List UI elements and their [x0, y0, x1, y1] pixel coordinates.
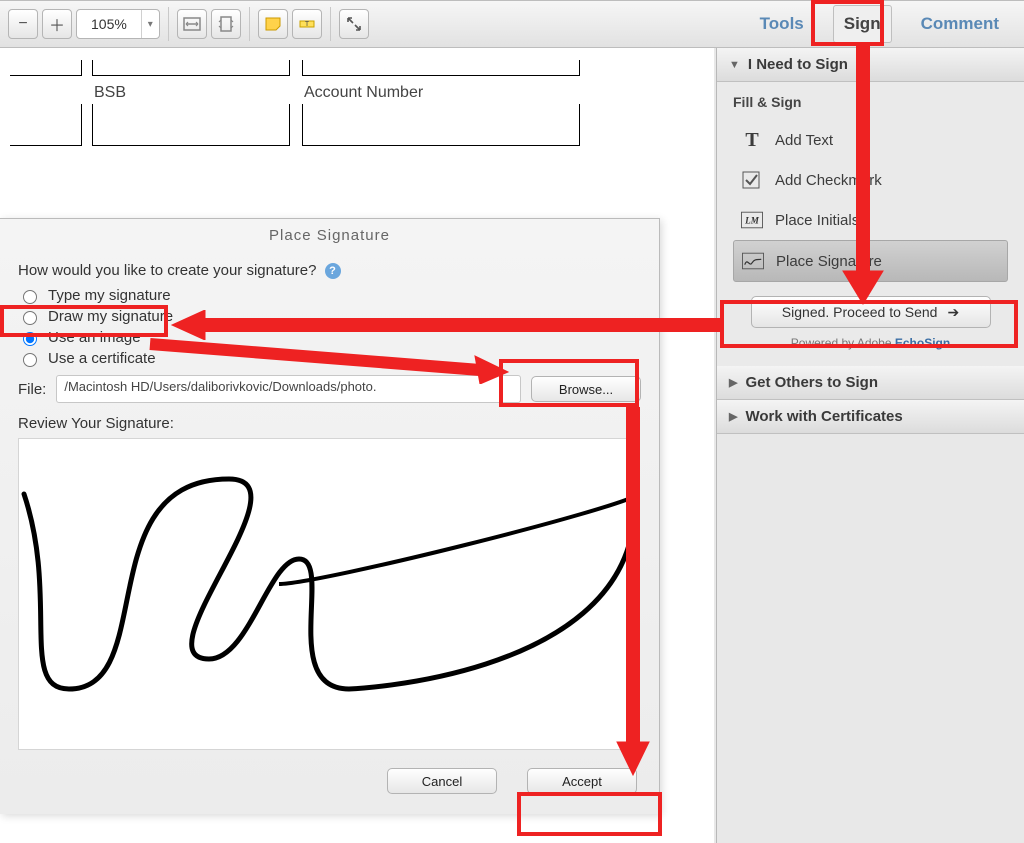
proceed-label: Signed. Proceed to Send: [782, 304, 938, 320]
radio-use-certificate-input[interactable]: [23, 353, 37, 367]
tab-comment[interactable]: Comment: [910, 5, 1010, 43]
radio-use-certificate[interactable]: Use a certificate: [18, 350, 641, 367]
radio-draw-signature-input[interactable]: [23, 311, 37, 325]
top-toolbar: − ＋ 105% ▾ T Tools Sign Comment: [0, 0, 1024, 48]
initials-icon: LM: [741, 210, 763, 230]
form-cell[interactable]: [10, 104, 82, 146]
radio-type-signature[interactable]: Type my signature: [18, 287, 641, 304]
form-cell[interactable]: [302, 60, 580, 76]
svg-text:LM: LM: [744, 216, 760, 226]
chevron-down-icon: ▾: [141, 10, 159, 38]
signature-icon: [742, 251, 764, 271]
document-area: BSB Account Number Place Signature How w…: [0, 48, 714, 843]
proceed-to-send-button[interactable]: Signed. Proceed to Send ➔: [751, 296, 991, 328]
radio-use-image[interactable]: Use an image: [18, 329, 641, 346]
radio-draw-signature[interactable]: Draw my signature: [18, 308, 641, 325]
radio-image-label: Use an image: [48, 329, 141, 346]
powered-pre: Powered by Adobe: [791, 336, 895, 350]
fill-sign-title: Fill & Sign: [733, 94, 1008, 110]
browse-button[interactable]: Browse...: [531, 376, 641, 402]
pane-tabs: Tools Sign Comment: [749, 5, 1018, 43]
acc-others-label: Get Others to Sign: [745, 374, 878, 391]
radio-draw-label: Draw my signature: [48, 308, 173, 325]
arrow-right-icon: ➔: [947, 304, 959, 321]
form-row: BSB Account Number: [10, 60, 704, 180]
toolbar-separator: [168, 7, 169, 41]
chevron-down-icon: ▼: [729, 59, 740, 71]
radio-use-image-input[interactable]: [23, 332, 37, 346]
zoom-out-button[interactable]: −: [8, 9, 38, 39]
chevron-right-icon: ▶: [729, 376, 737, 389]
acc-get-others-to-sign[interactable]: ▶ Get Others to Sign: [717, 366, 1024, 400]
dialog-prompt: How would you like to create your signat…: [18, 262, 317, 279]
minus-icon: −: [18, 15, 27, 33]
tool-add-checkmark[interactable]: Add Checkmark: [733, 160, 1008, 200]
account-label: Account Number: [304, 84, 423, 102]
form-cell[interactable]: [10, 60, 82, 76]
sign-panel: ▼ I Need to Sign Fill & Sign T Add Text …: [716, 48, 1024, 843]
dialog-title: Place Signature: [0, 219, 659, 248]
review-label: Review Your Signature:: [18, 415, 641, 432]
acc-need-sign-label: I Need to Sign: [748, 56, 848, 73]
fit-page-button[interactable]: [211, 9, 241, 39]
bsb-label: BSB: [94, 84, 126, 102]
radio-cert-label: Use a certificate: [48, 350, 156, 367]
tool-place-signature-label: Place Signature: [776, 253, 882, 270]
acc-certs-label: Work with Certificates: [745, 408, 902, 425]
fit-width-button[interactable]: [177, 9, 207, 39]
file-label: File:: [18, 381, 46, 398]
checkmark-icon: [741, 170, 763, 190]
fit-page-icon: [216, 14, 236, 34]
zoom-in-button[interactable]: ＋: [42, 9, 72, 39]
fill-and-sign-section: Fill & Sign T Add Text Add Checkmark LM …: [717, 82, 1024, 366]
acc-i-need-to-sign[interactable]: ▼ I Need to Sign: [717, 48, 1024, 82]
help-icon[interactable]: ?: [325, 263, 341, 279]
sticky-note-icon: [263, 14, 283, 34]
expand-icon: [344, 14, 364, 34]
bsb-field[interactable]: [92, 104, 290, 146]
radio-type-label: Type my signature: [48, 287, 171, 304]
tab-tools[interactable]: Tools: [749, 5, 815, 43]
tool-place-initials[interactable]: LM Place Initials: [733, 200, 1008, 240]
echosign-link[interactable]: EchoSign: [895, 336, 950, 350]
tool-place-signature[interactable]: Place Signature: [733, 240, 1008, 282]
zoom-value: 105%: [77, 16, 141, 32]
svg-text:T: T: [305, 21, 310, 28]
account-number-field[interactable]: [302, 104, 580, 146]
highlight-icon: T: [297, 14, 317, 34]
chevron-right-icon: ▶: [729, 410, 737, 423]
file-path-field[interactable]: /Macintosh HD/Users/daliborivkovic/Downl…: [56, 375, 521, 403]
acc-work-with-certificates[interactable]: ▶ Work with Certificates: [717, 400, 1024, 434]
place-signature-dialog: Place Signature How would you like to cr…: [0, 218, 660, 814]
radio-type-signature-input[interactable]: [23, 290, 37, 304]
signature-preview: [18, 438, 638, 750]
fit-width-icon: [182, 14, 202, 34]
tool-add-text[interactable]: T Add Text: [733, 120, 1008, 160]
tab-sign[interactable]: Sign: [833, 5, 892, 43]
text-icon: T: [741, 130, 763, 150]
tool-place-initials-label: Place Initials: [775, 212, 859, 229]
zoom-level-combobox[interactable]: 105% ▾: [76, 9, 160, 39]
toolbar-separator: [249, 7, 250, 41]
form-cell[interactable]: [92, 60, 290, 76]
plus-icon: ＋: [49, 12, 65, 36]
tool-add-checkmark-label: Add Checkmark: [775, 172, 882, 189]
powered-by: Powered by Adobe EchoSign: [733, 336, 1008, 350]
highlight-button[interactable]: T: [292, 9, 322, 39]
signature-image: [19, 439, 638, 750]
cancel-button[interactable]: Cancel: [387, 768, 497, 794]
tool-add-text-label: Add Text: [775, 132, 833, 149]
accept-button[interactable]: Accept: [527, 768, 637, 794]
toolbar-separator: [330, 7, 331, 41]
sticky-note-button[interactable]: [258, 9, 288, 39]
reading-mode-button[interactable]: [339, 9, 369, 39]
